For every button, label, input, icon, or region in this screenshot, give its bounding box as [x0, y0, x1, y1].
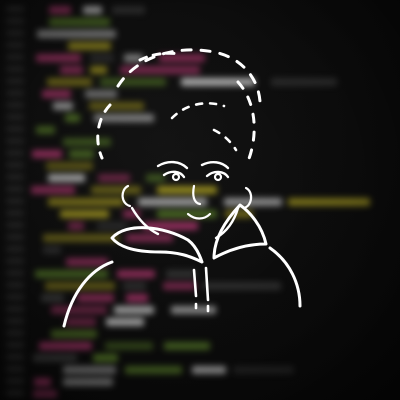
- left-eyebrow: [156, 160, 189, 170]
- jaw-left: [130, 206, 160, 236]
- right-shoulder: [268, 246, 302, 308]
- hair-top-stroke: [138, 51, 182, 62]
- right-eyebrow: [200, 160, 230, 170]
- left-shoulder: [62, 260, 114, 328]
- hair-front-strands-2: [212, 128, 238, 152]
- screenshot-stage: [0, 0, 400, 400]
- person-doodle-icon: [62, 48, 302, 328]
- left-ear: [121, 184, 132, 208]
- nose: [192, 184, 202, 206]
- right-pupil: [213, 172, 223, 182]
- left-pupil: [171, 172, 181, 182]
- hair-right-curl: [236, 80, 256, 168]
- hair-left-curl: [96, 103, 112, 160]
- hoodie-string-left: [192, 268, 198, 298]
- mouth: [186, 212, 212, 220]
- hoodie-string-right: [204, 266, 210, 302]
- hair-front-strands: [170, 102, 226, 120]
- right-ear: [242, 186, 253, 210]
- collar-right: [212, 203, 268, 260]
